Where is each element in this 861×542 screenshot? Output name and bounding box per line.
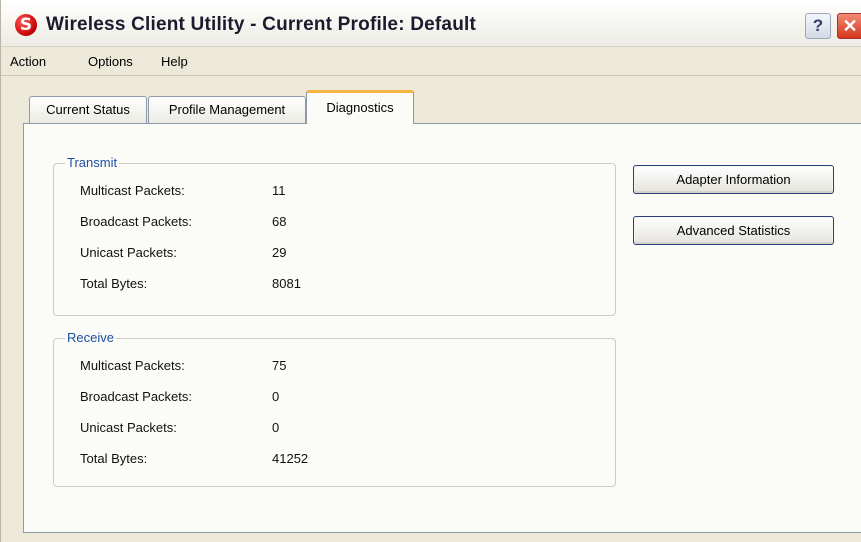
transmit-multicast-value: 11 bbox=[272, 183, 286, 198]
window-title: Wireless Client Utility - Current Profil… bbox=[46, 14, 477, 35]
receive-legend: Receive bbox=[65, 330, 116, 345]
menu-item-action[interactable]: Action bbox=[10, 54, 46, 69]
transmit-multicast-label: Multicast Packets: bbox=[80, 183, 185, 198]
app-window: S Wireless Client Utility - Current Prof… bbox=[0, 0, 861, 542]
transmit-group: Transmit Multicast Packets: 11 Broadcast… bbox=[53, 155, 616, 316]
adapter-information-button[interactable]: Adapter Information bbox=[633, 165, 834, 194]
advanced-statistics-button[interactable]: Advanced Statistics bbox=[633, 216, 834, 245]
receive-group: Receive Multicast Packets: 75 Broadcast … bbox=[53, 330, 616, 487]
title-bar[interactable]: S Wireless Client Utility - Current Prof… bbox=[1, 0, 861, 47]
menu-bar: Action Options Help bbox=[1, 47, 861, 76]
receive-total-bytes-value: 41252 bbox=[272, 451, 309, 466]
tab-profile-management[interactable]: Profile Management bbox=[148, 96, 306, 123]
close-button[interactable]: ✕ bbox=[837, 13, 861, 39]
menu-item-help[interactable]: Help bbox=[161, 54, 188, 69]
transmit-unicast-label: Unicast Packets: bbox=[80, 245, 177, 260]
receive-unicast-label: Unicast Packets: bbox=[80, 420, 177, 435]
diagnostics-panel: Transmit Multicast Packets: 11 Broadcast… bbox=[23, 123, 861, 533]
receive-broadcast-value: 0 bbox=[272, 389, 280, 404]
menu-item-options[interactable]: Options bbox=[88, 54, 133, 69]
transmit-broadcast-value: 68 bbox=[272, 214, 287, 229]
receive-multicast-value: 75 bbox=[272, 358, 287, 373]
transmit-legend: Transmit bbox=[65, 155, 120, 170]
transmit-unicast-value: 29 bbox=[272, 245, 287, 260]
app-logo-icon: S bbox=[15, 14, 37, 36]
tab-current-status[interactable]: Current Status bbox=[29, 96, 147, 123]
receive-multicast-label: Multicast Packets: bbox=[80, 358, 185, 373]
receive-total-bytes-label: Total Bytes: bbox=[80, 451, 148, 466]
receive-unicast-value: 0 bbox=[272, 420, 280, 435]
tab-diagnostics[interactable]: Diagnostics bbox=[306, 90, 414, 124]
transmit-total-bytes-label: Total Bytes: bbox=[80, 276, 148, 291]
receive-broadcast-label: Broadcast Packets: bbox=[80, 389, 192, 404]
help-button[interactable]: ? bbox=[805, 13, 831, 39]
transmit-broadcast-label: Broadcast Packets: bbox=[80, 214, 192, 229]
transmit-total-bytes-value: 8081 bbox=[272, 276, 301, 291]
